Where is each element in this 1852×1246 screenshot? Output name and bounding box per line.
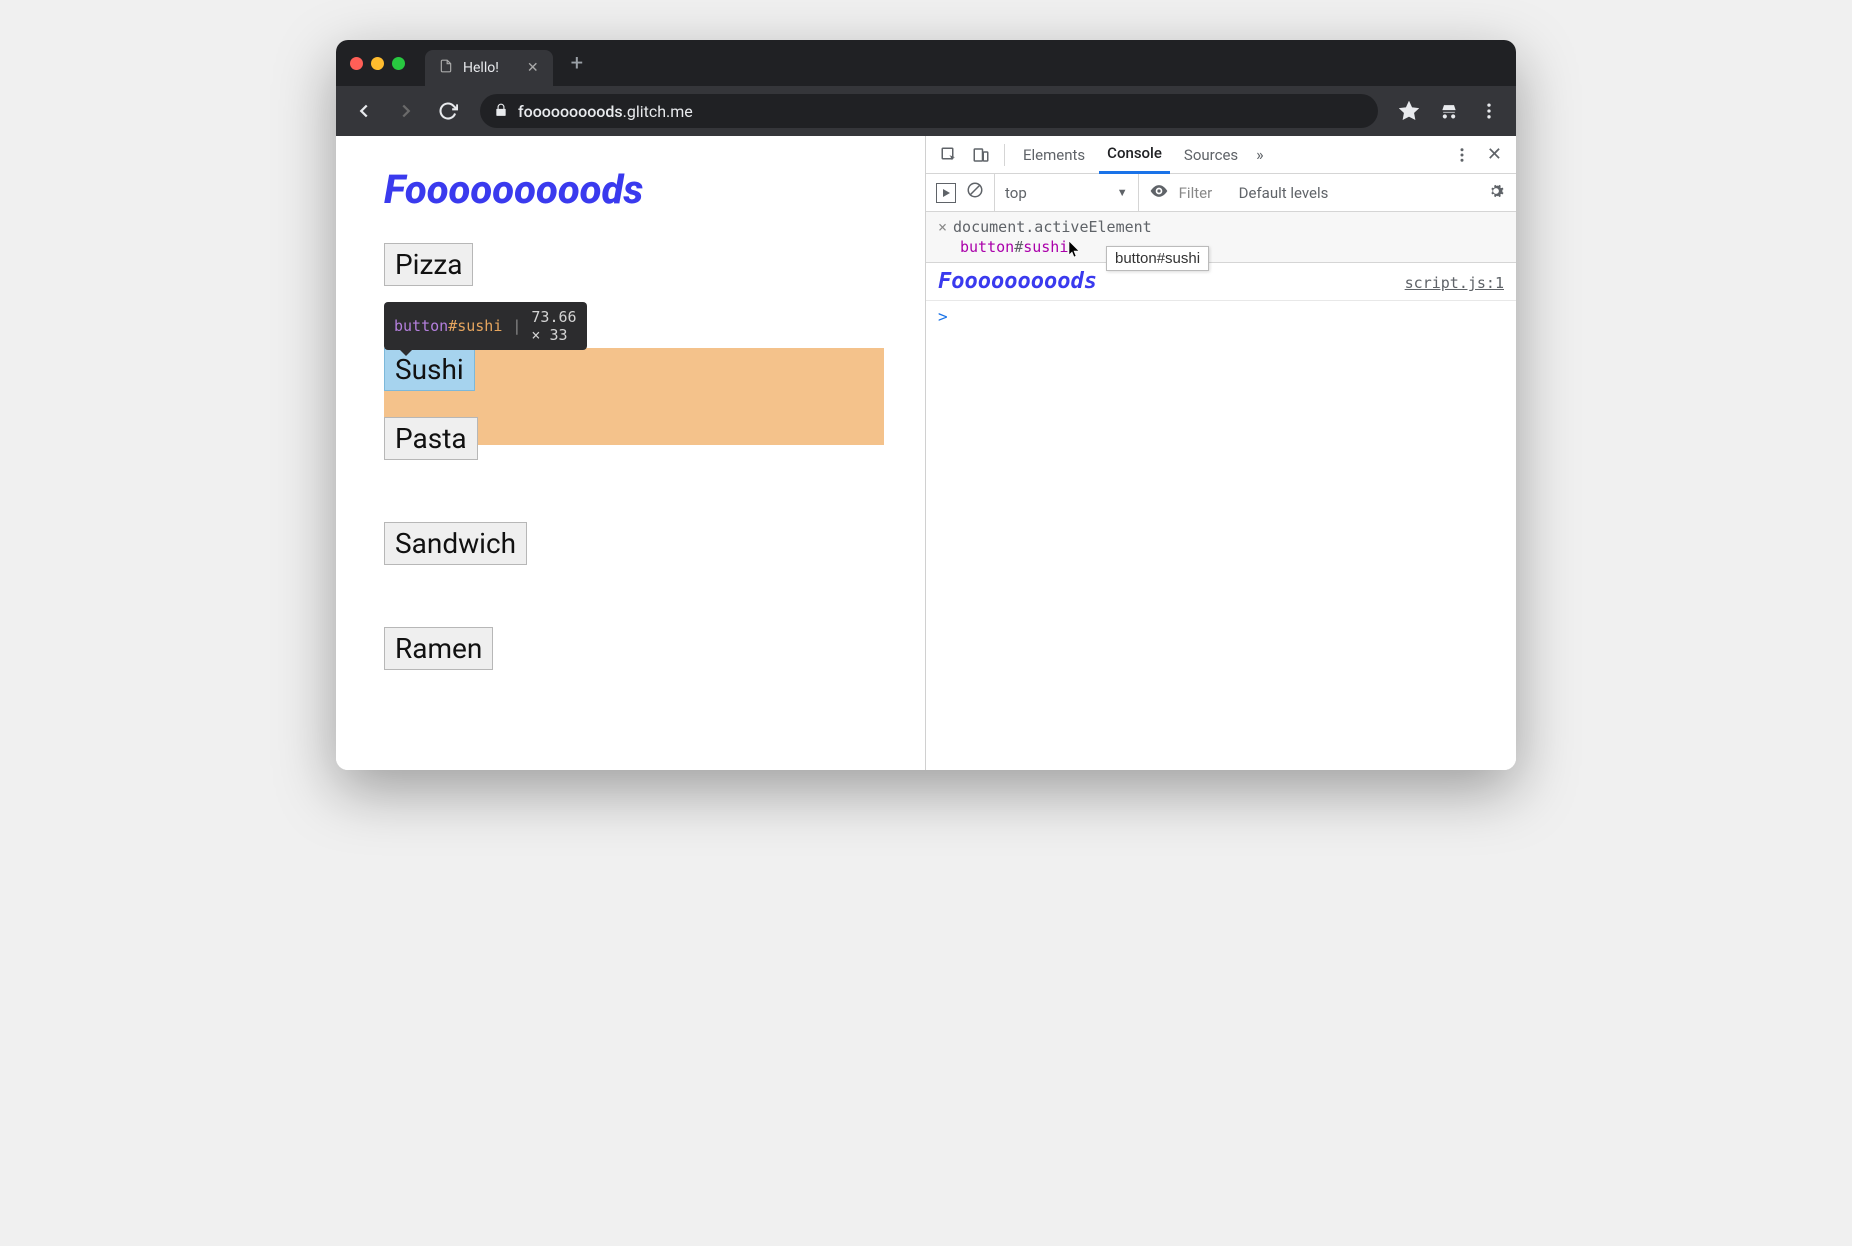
devtools-close-icon[interactable]: ✕ — [1483, 144, 1506, 165]
expression-text: document.activeElement — [953, 218, 1152, 236]
log-levels[interactable]: Default levels — [1239, 184, 1329, 202]
console-sidebar-toggle-icon[interactable] — [936, 183, 956, 203]
tab-title: Hello! — [463, 60, 499, 76]
console-toolbar: top ▼ Filter Default levels — [926, 174, 1516, 212]
titlebar: Hello! ✕ + — [336, 40, 1516, 86]
forward-button[interactable] — [388, 93, 424, 129]
sandwich-button[interactable]: Sandwich — [384, 522, 527, 565]
context-select[interactable]: top ▼ — [994, 174, 1139, 212]
highlighted-row: button#sushi | 73.66 × 33 Sushi — [384, 348, 475, 391]
filter-input[interactable]: Filter — [1179, 184, 1229, 202]
browser-window: Hello! ✕ + fooooooooods.glitch.me — [336, 40, 1516, 770]
console-log-source[interactable]: script.js:1 — [1405, 274, 1504, 292]
reload-button[interactable] — [430, 93, 466, 129]
maximize-window-button[interactable] — [392, 57, 405, 70]
page-title: Fooooooooods — [384, 166, 877, 213]
hover-tooltip: button#sushi — [1106, 246, 1209, 271]
devtools-panel: Elements Console Sources » ✕ — [926, 136, 1516, 770]
tab-elements[interactable]: Elements — [1015, 136, 1093, 174]
url-text: fooooooooods.glitch.me — [518, 102, 693, 121]
live-expression-icon[interactable] — [1149, 181, 1169, 205]
inspect-tooltip: button#sushi | 73.66 × 33 — [384, 302, 587, 350]
page-icon — [439, 59, 453, 77]
cursor-icon — [1068, 240, 1082, 262]
clear-console-icon[interactable] — [966, 181, 984, 204]
incognito-icon[interactable] — [1432, 94, 1466, 128]
devtools-tabbar: Elements Console Sources » ✕ — [926, 136, 1516, 174]
console-settings-icon[interactable] — [1486, 181, 1506, 205]
chevron-down-icon: ▼ — [1117, 186, 1128, 199]
tab-sources[interactable]: Sources — [1176, 136, 1246, 174]
dismiss-expression-icon[interactable]: × — [938, 218, 947, 236]
pasta-button[interactable]: Pasta — [384, 417, 478, 460]
minimize-window-button[interactable] — [371, 57, 384, 70]
lock-icon — [494, 102, 508, 121]
menu-icon[interactable] — [1472, 94, 1506, 128]
address-bar[interactable]: fooooooooods.glitch.me — [480, 94, 1378, 128]
device-toolbar-icon[interactable] — [968, 142, 994, 168]
console-log-row: Fooooooooods script.js:1 — [926, 263, 1516, 301]
tab-console[interactable]: Console — [1099, 136, 1170, 174]
browser-tab[interactable]: Hello! ✕ — [425, 50, 553, 86]
expression-result[interactable]: button#sushi button#sushi — [938, 238, 1504, 256]
new-tab-icon[interactable]: + — [571, 51, 583, 76]
inspect-element-icon[interactable] — [936, 142, 962, 168]
sushi-button[interactable]: Sushi — [384, 348, 475, 391]
window-controls — [350, 57, 405, 70]
toolbar: fooooooooods.glitch.me — [336, 86, 1516, 136]
ramen-button[interactable]: Ramen — [384, 627, 493, 670]
more-tabs-icon[interactable]: » — [1252, 145, 1268, 164]
content-area: Fooooooooods Pizza button#sushi | 73.66 … — [336, 136, 1516, 770]
close-tab-icon[interactable]: ✕ — [527, 60, 539, 76]
food-list: Pizza button#sushi | 73.66 × 33 Sushi Pa… — [384, 243, 877, 732]
back-button[interactable] — [346, 93, 382, 129]
devtools-menu-icon[interactable] — [1449, 142, 1475, 168]
page-panel: Fooooooooods Pizza button#sushi | 73.66 … — [336, 136, 926, 770]
console-log-text: Fooooooooods — [938, 269, 1097, 294]
console-expression: × document.activeElement button#sushi bu… — [926, 212, 1516, 263]
pizza-button[interactable]: Pizza — [384, 243, 473, 286]
close-window-button[interactable] — [350, 57, 363, 70]
console-prompt[interactable]: > — [926, 301, 1516, 332]
star-icon[interactable] — [1392, 94, 1426, 128]
